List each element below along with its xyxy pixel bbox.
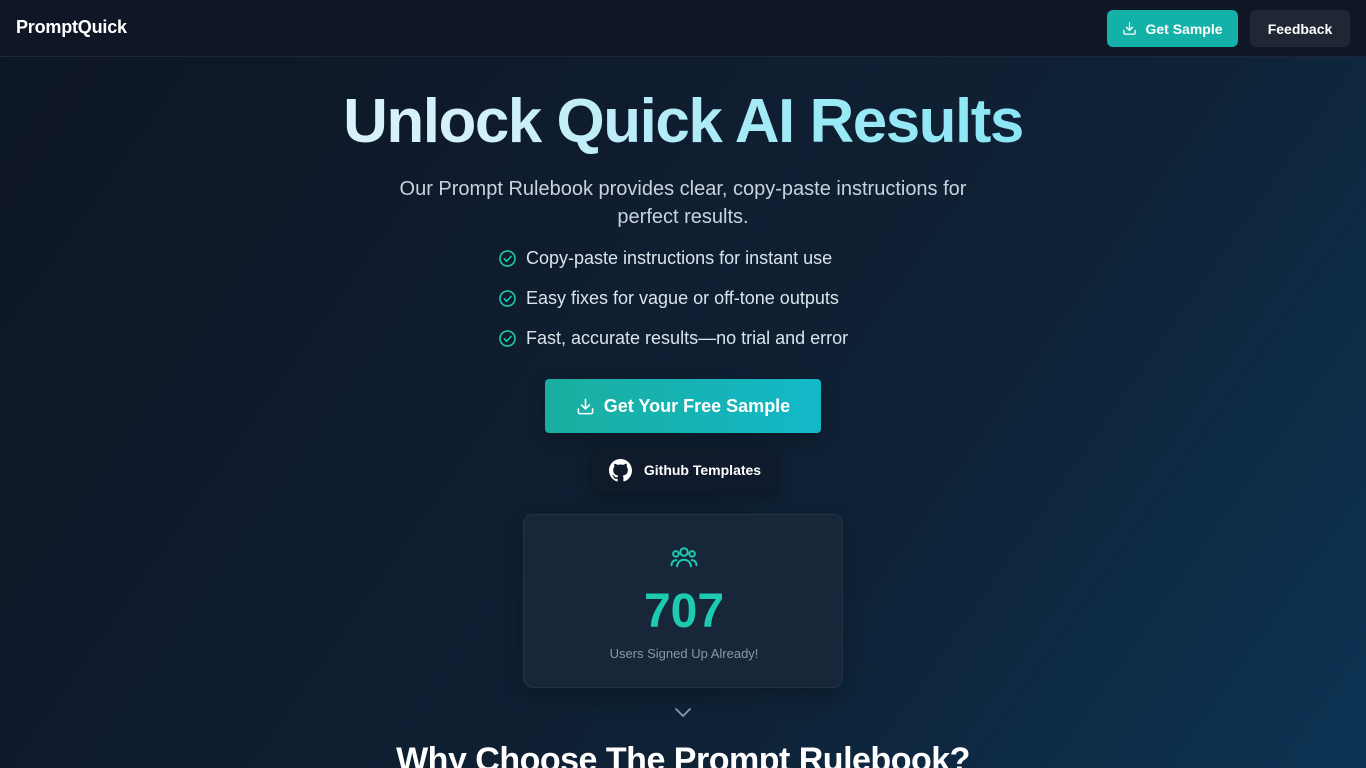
get-sample-button[interactable]: Get Sample: [1107, 10, 1238, 47]
github-icon: [608, 458, 632, 482]
signup-stats-card: 707 Users Signed Up Already!: [523, 514, 843, 688]
check-circle-icon: [498, 329, 517, 348]
feedback-button[interactable]: Feedback: [1250, 10, 1350, 47]
chevron-down-icon[interactable]: [673, 705, 693, 721]
hero-subtitle: Our Prompt Rulebook provides clear, copy…: [399, 178, 967, 228]
signup-count: 707: [643, 585, 725, 638]
get-sample-label: Get Sample: [1145, 20, 1223, 37]
feature-text: Easy fixes for vague or off-tone outputs: [526, 287, 839, 308]
check-circle-icon: [498, 249, 517, 268]
signup-label: Users Signed Up Already!: [609, 646, 759, 661]
feature-item: Easy fixes for vague or off-tone outputs: [498, 285, 848, 311]
top-nav: PromptQuick Get Sample Feedback: [0, 0, 1366, 57]
brand-logo[interactable]: PromptQuick: [16, 17, 127, 38]
hero-title: Unlock Quick AI Results: [0, 85, 1366, 159]
check-circle-icon: [498, 289, 517, 308]
section-title: Why Choose The Prompt Rulebook?: [396, 741, 970, 768]
feature-text: Fast, accurate results—no trial and erro…: [526, 327, 849, 348]
feature-item: Fast, accurate results—no trial and erro…: [498, 325, 848, 351]
download-icon: [1122, 21, 1137, 36]
get-free-sample-button[interactable]: Get Your Free Sample: [545, 379, 821, 433]
download-icon: [576, 397, 595, 416]
feature-text: Copy-paste instructions for instant use: [526, 247, 833, 268]
github-label: Github Templates: [643, 462, 762, 478]
cta-label: Get Your Free Sample: [603, 395, 791, 416]
feature-item: Copy-paste instructions for instant use: [498, 245, 848, 271]
github-templates-button[interactable]: Github Templates: [592, 448, 778, 492]
users-icon: [669, 542, 699, 572]
feature-list: Copy-paste instructions for instant use …: [498, 245, 848, 365]
